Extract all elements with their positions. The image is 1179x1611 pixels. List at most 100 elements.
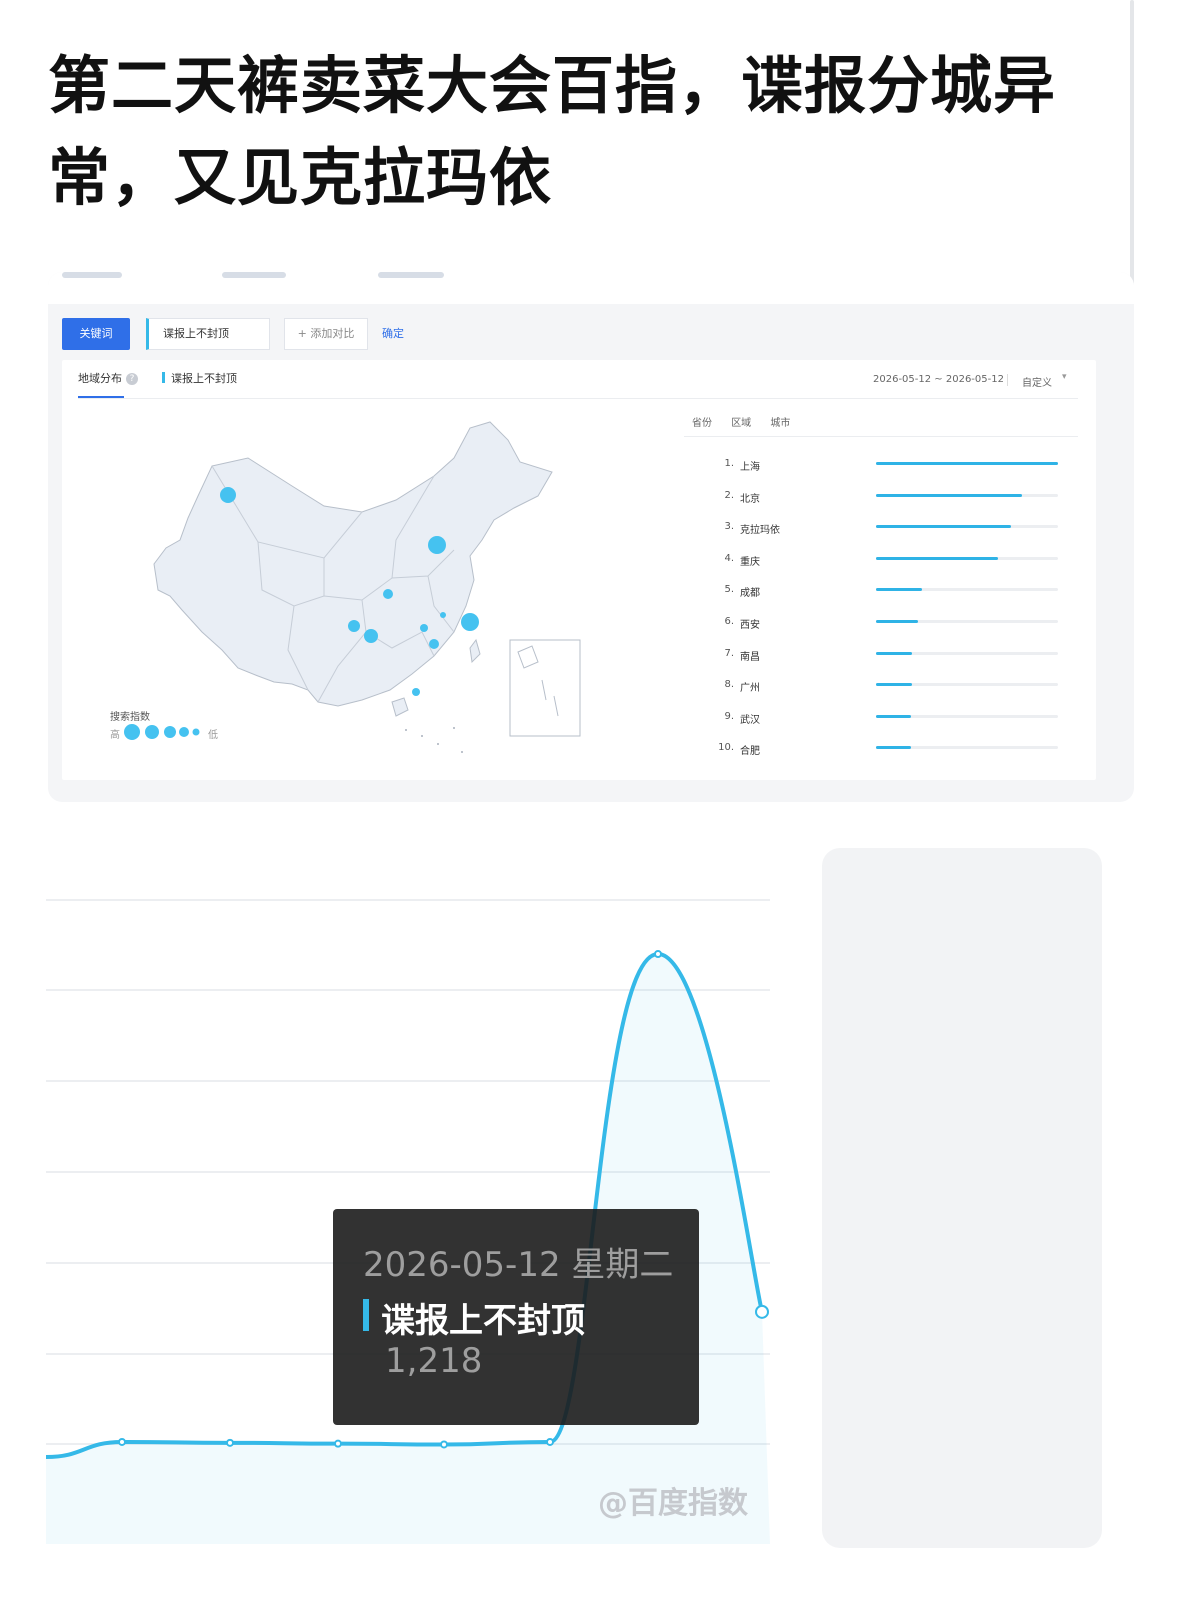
south-sea-dots [405, 727, 463, 753]
ranking-city: 北京 [740, 493, 760, 505]
panel-divider [78, 398, 1078, 399]
ranking-row: 2. 北京 [702, 488, 1062, 508]
ranking-number: 7. [724, 647, 734, 659]
trend-point[interactable] [654, 950, 662, 958]
trend-chart[interactable]: @百度指数 [46, 848, 770, 1544]
custom-date-select[interactable]: 自定义 [1022, 374, 1052, 389]
ranking-bar-fill [876, 493, 1022, 497]
ranking-row: 3. 克拉玛依 [702, 519, 1062, 539]
inset-detail [517, 645, 559, 717]
ranking-city: 合肥 [740, 746, 760, 758]
ranking-row: 9. 武汉 [702, 709, 1062, 729]
rank-tabs: 省份 区域 城市 [692, 414, 806, 429]
ranking-bar-track [876, 556, 1058, 560]
ranking-number: 4. [724, 552, 734, 564]
region-panel: 地域分布? 谍报上不封顶 2026-05-12 ~ 2026-05-12 自定义… [62, 360, 1096, 780]
scale-title: 搜索指数 [110, 712, 150, 723]
cropped-top-strip [48, 272, 1134, 304]
ranking-bar-track [876, 620, 1058, 623]
ranking-city: 上海 [740, 462, 760, 473]
ranking-city: 重庆 [740, 556, 760, 568]
add-compare-button[interactable]: + 添加对比 [284, 318, 368, 350]
china-map-outline [153, 421, 553, 707]
keyword-button[interactable]: 关键词 [62, 318, 130, 350]
ranking-number: 8. [724, 679, 734, 691]
heat-dot-wuhan [420, 624, 428, 632]
heat-dot-hefei [440, 612, 446, 618]
trend-point[interactable] [755, 1304, 769, 1319]
heat-dot-shanghai [461, 613, 479, 631]
tab-province[interactable]: 省份 [692, 418, 712, 429]
ranking-row: 7. 南昌 [702, 646, 1062, 666]
ranking-bar-track [876, 462, 1058, 465]
ranking-bar-fill [876, 462, 1058, 465]
trend-point[interactable] [226, 1438, 234, 1447]
legend-label: 谍报上不封顶 [171, 372, 237, 385]
ranking-city: 西安 [740, 620, 760, 631]
ranking-row: 4. 重庆 [702, 551, 1062, 571]
keyword-legend: 谍报上不封顶 [162, 370, 237, 386]
heat-dot-karamay [220, 487, 236, 503]
ranking-bar-fill [876, 714, 911, 718]
trend-point[interactable] [440, 1440, 448, 1449]
heat-dot-nanchang [429, 639, 439, 649]
ranking-bar-track [876, 746, 1058, 750]
scale-dots [124, 724, 200, 740]
ranking-bar-fill [876, 651, 913, 655]
ranking-bar-track [876, 493, 1058, 497]
baidu-index-watermark: @百度指数 [598, 1486, 748, 1521]
keyword-input[interactable]: 谍报上不封顶 [146, 318, 270, 350]
heat-dot-chengdu [348, 620, 360, 632]
trend-point[interactable] [334, 1439, 342, 1448]
south-sea-inset [509, 639, 581, 737]
region-distribution-screenshot: 关键词 谍报上不封顶 + 添加对比 确定 地域分布? 谍报上不封顶 2026-0… [48, 272, 1134, 802]
help-icon[interactable]: ? [126, 373, 138, 385]
trend-chart-svg [46, 899, 770, 1544]
tab-label: 地域分布 [78, 372, 122, 385]
ranking-bar-track [876, 683, 1058, 687]
ranking-bar-track [876, 714, 1058, 718]
rank-tabs-divider [684, 436, 1078, 437]
hainan-island [391, 697, 409, 717]
ranking-bar-fill [876, 620, 918, 623]
chevron-down-icon[interactable]: ▾ [1062, 372, 1067, 382]
ranking-city: 武汉 [740, 714, 760, 726]
ranking-row: 6. 西安 [702, 614, 1062, 634]
tab-region-distribution[interactable]: 地域分布? [78, 370, 138, 386]
ranking-bar-fill [876, 556, 998, 560]
heat-dot-chongqing [364, 629, 378, 643]
ranking-bar-fill [876, 746, 911, 750]
scale-low-label: 低 [208, 730, 218, 741]
date-range[interactable]: 2026-05-12 ~ 2026-05-12 [873, 374, 1004, 385]
ranking-row: 10. 合肥 [702, 740, 1062, 760]
legend-swatch [162, 372, 165, 383]
heat-dot-xian [383, 589, 393, 599]
trend-point[interactable] [118, 1437, 126, 1446]
separator [1007, 374, 1008, 386]
side-panel [822, 848, 1102, 1548]
article-headline: 第二天裤卖菜大会百指，谍报分城异常，又见克拉玛依 [48, 49, 1057, 214]
ranking-city: 成都 [740, 588, 760, 600]
ranking-number: 5. [724, 584, 734, 596]
ranking-bar-fill [876, 525, 1011, 529]
ranking-number: 3. [724, 521, 734, 533]
ranking-number: 10. [718, 742, 734, 754]
trend-chart-screenshot: @百度指数 2026-05-12 星期二 谍报上不封顶 1,218 [46, 848, 1102, 1548]
trend-point[interactable] [546, 1437, 554, 1446]
tab-city[interactable]: 城市 [770, 418, 790, 429]
chart-tooltip: 2026-05-12 星期二 谍报上不封顶 1,218 [333, 1209, 699, 1425]
ranking-city: 南昌 [740, 651, 760, 663]
ranking-city: 克拉玛依 [740, 525, 780, 537]
confirm-link[interactable]: 确定 [382, 318, 404, 350]
tab-area[interactable]: 区域 [731, 418, 751, 429]
ranking-bar-track [876, 588, 1058, 592]
heat-dot-guangzhou [412, 688, 420, 696]
ranking-row: 5. 成都 [702, 582, 1062, 602]
ranking-row: 8. 广州 [702, 677, 1062, 697]
ranking-bar-track [876, 525, 1058, 529]
tooltip-date: 2026-05-12 星期二 [363, 1245, 674, 1285]
ranking-row: 1. 上海 [702, 456, 1062, 476]
ranking-number: 2. [724, 489, 734, 501]
ranking-number: 6. [724, 616, 734, 627]
tooltip-value: 1,218 [385, 1341, 483, 1381]
